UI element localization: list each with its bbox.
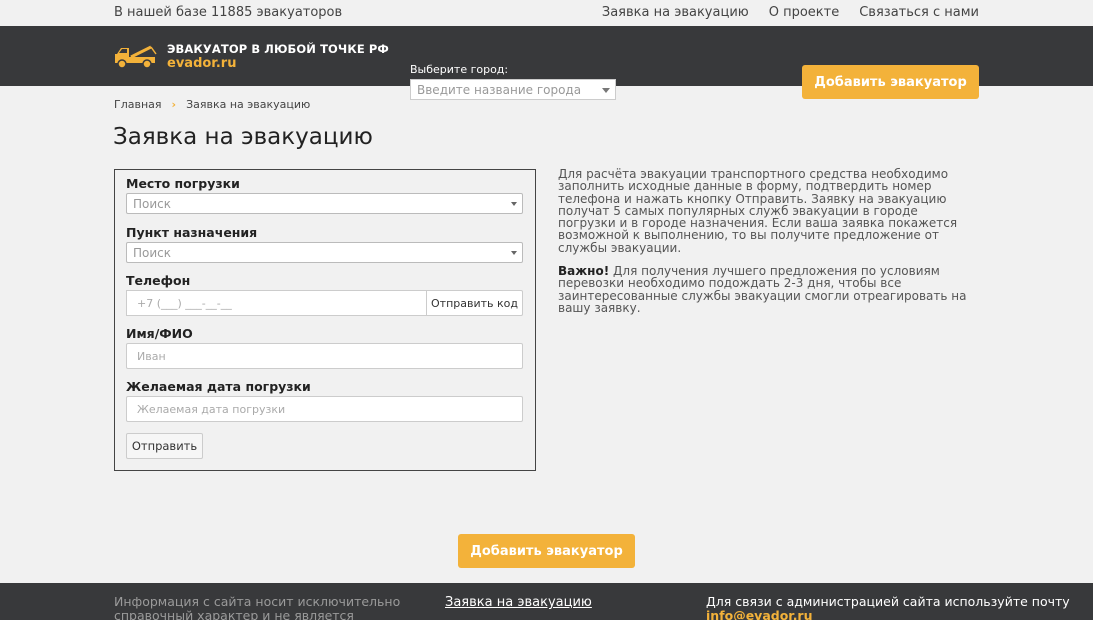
tow-truck-icon (115, 45, 157, 69)
top-nav-link-contact[interactable]: Связаться с нами (859, 5, 979, 20)
footer-email-link[interactable]: info@evador.ru (706, 608, 813, 620)
top-nav: Заявка на эвакуацию О проекте Связаться … (602, 5, 979, 20)
city-label: Выберите город: (410, 63, 509, 76)
header: ЭВАКУАТОР В ЛЮБОЙ ТОЧКЕ РФ evador.ru Выб… (0, 26, 1093, 100)
breadcrumb: Главная › Заявка на эвакуацию (114, 98, 310, 111)
phone-group: +7 (___) ___-__-__ Отправить код (126, 290, 523, 316)
date-input[interactable]: Желаемая дата погрузки (126, 396, 523, 422)
add-tow-truck-button-bottom[interactable]: Добавить эвакуатор (458, 534, 635, 568)
pickup-label: Место погрузки (126, 176, 240, 191)
name-input[interactable]: Иван (126, 343, 523, 369)
page-title: Заявка на эвакуацию (113, 124, 373, 150)
caret-down-icon (511, 251, 517, 255)
info-text: Для расчёта эвакуации транспортного сред… (558, 168, 973, 325)
city-select-placeholder: Введите название города (417, 83, 582, 97)
breadcrumb-home[interactable]: Главная (114, 98, 162, 111)
important-text: Для получения лучшего предложения по усл… (558, 264, 967, 315)
city-select[interactable]: Введите название города (410, 79, 616, 100)
footer-disclaimer: Информация с сайта носит исключительно с… (114, 594, 401, 620)
phone-input[interactable]: +7 (___) ___-__-__ (126, 290, 427, 316)
info-paragraph: Для расчёта эвакуации транспортного сред… (558, 167, 958, 255)
request-form: Место погрузки Поиск Пункт назначения По… (114, 169, 536, 471)
phone-label: Телефон (126, 273, 191, 288)
pickup-select[interactable]: Поиск (126, 193, 523, 214)
info-important-paragraph: Важно! Для получения лучшего предложения… (558, 265, 973, 314)
breadcrumb-current: Заявка на эвакуацию (186, 98, 311, 111)
topbar: В нашей базе 11885 эвакуаторов Заявка на… (0, 0, 1093, 26)
date-label: Желаемая дата погрузки (126, 379, 311, 394)
caret-down-icon (511, 202, 517, 206)
send-code-button[interactable]: Отправить код (426, 290, 523, 316)
tow-truck-count: В нашей базе 11885 эвакуаторов (114, 5, 343, 20)
logo-tagline: ЭВАКУАТОР В ЛЮБОЙ ТОЧКЕ РФ (167, 42, 389, 56)
destination-select-value: Поиск (133, 246, 172, 260)
breadcrumb-separator-icon: › (171, 98, 177, 111)
footer-contact: Для связи с администрацией сайта использ… (706, 595, 1093, 620)
logo-domain: evador.ru (167, 56, 237, 71)
footer-link-request[interactable]: Заявка на эвакуацию (445, 595, 592, 610)
add-tow-truck-button-header[interactable]: Добавить эвакуатор (802, 65, 979, 99)
submit-button[interactable]: Отправить (126, 433, 203, 459)
footer: Информация с сайта носит исключительно с… (0, 583, 1093, 620)
top-nav-link-request[interactable]: Заявка на эвакуацию (602, 5, 749, 20)
site-logo[interactable]: ЭВАКУАТОР В ЛЮБОЙ ТОЧКЕ РФ evador.ru (113, 40, 389, 74)
pickup-select-value: Поиск (133, 197, 172, 211)
footer-contact-text: Для связи с администрацией сайта использ… (706, 594, 1070, 609)
caret-down-icon (602, 88, 610, 93)
destination-select[interactable]: Поиск (126, 242, 523, 263)
top-nav-link-about[interactable]: О проекте (769, 5, 840, 20)
destination-label: Пункт назначения (126, 225, 258, 240)
name-label: Имя/ФИО (126, 326, 193, 341)
